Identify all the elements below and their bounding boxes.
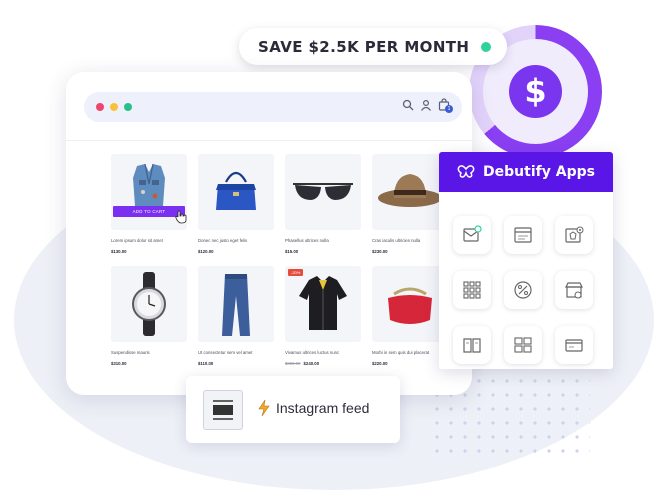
handbag-icon [216,171,256,210]
maximize-dot[interactable] [124,103,132,111]
product-card[interactable]: -20% Vivamus ultrices luctus nunc $300.0… [285,266,365,366]
lightning-icon [258,400,270,416]
fedora-hat-icon [378,174,442,207]
product-price: $15.00 [285,249,299,254]
product-card[interactable]: Ut consectetur sem vel amet $110.00 [198,266,278,366]
status-dot [481,41,491,52]
product-card[interactable]: ADD TO CART Lorem ipsum dolor sit amet $… [111,154,191,254]
instagram-feed-card[interactable]: Instagram feed [186,376,400,443]
discount-icon[interactable] [504,271,542,309]
savings-text: SAVE $2.5K PER MONTH [258,37,470,56]
product-image [111,266,187,342]
layout-icon[interactable] [504,326,542,364]
gallery-icon [203,390,243,430]
hand-cursor-icon [175,210,187,224]
panel-header: Debutify Apps [439,152,613,192]
product-price: $310.00 [111,361,127,366]
debutify-apps-panel: Debutify Apps [439,152,613,369]
product-image [372,266,448,342]
cart-button[interactable]: 1 [438,98,453,113]
grid-icon[interactable] [453,271,491,309]
old-price: $300.00 [285,361,301,366]
window-icon[interactable] [504,216,542,254]
card-icon[interactable] [555,326,593,364]
product-name[interactable]: Phasellus ultrices nulla [285,238,365,243]
product-name[interactable]: Vivamus ultrices luctus nunc [285,350,365,355]
product-price: $130.00 [111,249,127,254]
minimize-dot[interactable] [110,103,118,111]
product-name[interactable]: Ut consectetur sem vel amet [198,350,278,355]
browser-window: 1 ADD TO CART Lorem ipsum dolor sit amet… [66,72,472,395]
product-name[interactable]: Donec nec justo eget felis [198,238,278,243]
close-dot[interactable] [96,103,104,111]
product-image: -20% [285,266,361,342]
product-card[interactable]: Suspendisse mauris $310.00 [111,266,191,366]
product-card[interactable]: Donec nec justo eget felis $120.00 [198,154,278,254]
instagram-feed-label: Instagram feed [258,400,369,416]
divider [66,140,472,141]
user-icon[interactable] [420,99,432,111]
product-price: $300.00 $240.00 [285,361,365,366]
cart-count-badge: 1 [445,105,453,113]
product-image [372,154,448,230]
red-purse-icon [388,287,432,324]
book-icon[interactable] [453,326,491,364]
product-image [198,154,274,230]
product-image: ADD TO CART [111,154,187,230]
panel-title: Debutify Apps [483,164,595,180]
browser-toolbar: 1 [84,92,462,122]
butterfly-logo-icon [457,165,475,178]
product-price: $110.00 [198,361,214,366]
product-card[interactable]: Phasellus ultrices nulla $15.00 [285,154,365,254]
product-name[interactable]: Lorem ipsum dolor sit amet [111,238,191,243]
product-view-icon[interactable] [555,216,593,254]
leather-jacket-icon [299,276,347,330]
search-icon[interactable] [402,99,414,111]
product-image [285,154,361,230]
sale-price: $240.00 [303,361,320,366]
sunglasses-icon [293,183,353,200]
dollar-icon: $ [509,65,562,118]
sale-badge: -20% [288,269,304,276]
product-price: $120.00 [198,249,214,254]
product-image [198,266,274,342]
wristwatch-icon [132,272,166,336]
app-icon-grid [453,216,593,364]
email-icon[interactable] [453,216,491,254]
instagram-feed-text: Instagram feed [276,400,370,416]
savings-pill: SAVE $2.5K PER MONTH [239,28,507,65]
store-badge-icon[interactable] [555,271,593,309]
product-name[interactable]: Suspendisse mauris [111,350,191,355]
jeans-icon [222,274,250,336]
